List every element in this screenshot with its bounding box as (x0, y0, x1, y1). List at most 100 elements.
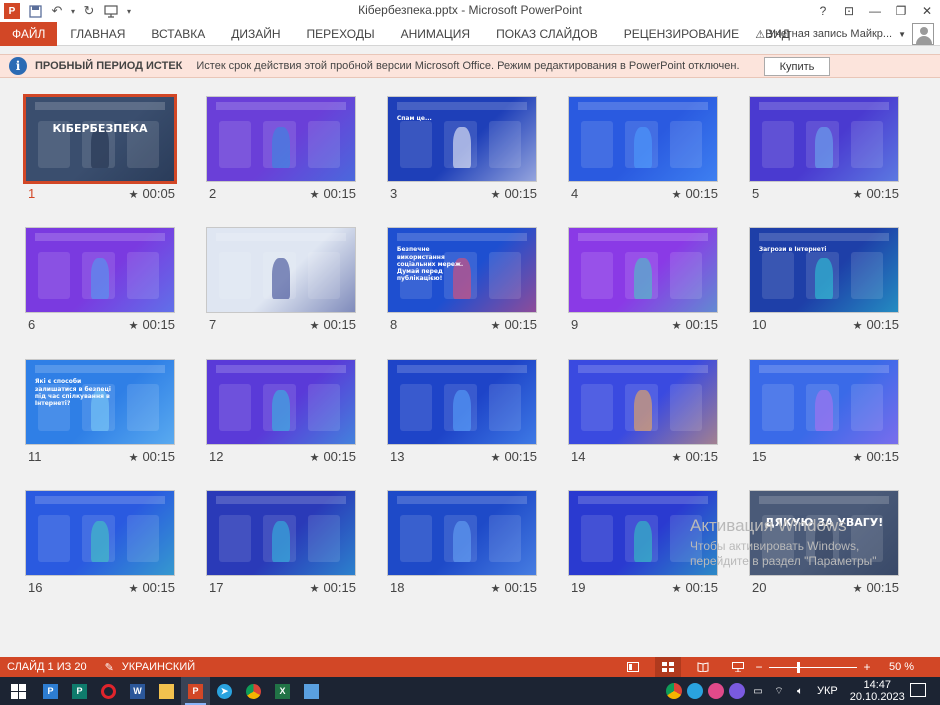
slide-thumbnail-9[interactable]: 9 ★ 00:15 (568, 227, 718, 337)
slide-thumbnail-1[interactable]: КІБЕРБЕЗПЕКА 1 ★ 00:05 (23, 94, 177, 206)
clock[interactable]: 14:47 20.10.2023 (850, 679, 905, 703)
powerpoint-logo-icon[interactable]: P (4, 3, 20, 19)
tab-transitions[interactable]: ПЕРЕХОДЫ (294, 22, 388, 46)
battery-icon[interactable]: ▭ (750, 683, 766, 699)
tab-animations[interactable]: АНИМАЦИЯ (388, 22, 483, 46)
slide-thumbnail-8[interactable]: Безпечне використання соціальних мереж. … (387, 227, 537, 337)
customize-qat-icon[interactable]: ▾ (122, 0, 136, 22)
star-icon: ★ (309, 189, 320, 201)
tab-slide-show[interactable]: ПОКАЗ СЛАЙДОВ (483, 22, 611, 46)
close-icon[interactable]: ✕ (914, 0, 940, 22)
avatar[interactable] (912, 23, 934, 45)
slide-thumbnail-7[interactable]: 7 ★ 00:15 (206, 227, 356, 337)
slide-counter[interactable]: СЛАЙД 1 ИЗ 20 (7, 661, 87, 673)
language-indicator[interactable]: УКРАИНСКИЙ (122, 661, 195, 673)
activation-line-1: Чтобы активировать Windows, (690, 539, 860, 553)
slide-preview[interactable] (387, 490, 537, 576)
undo-dropdown-icon[interactable]: ▾ (68, 0, 78, 22)
slide-thumbnail-14[interactable]: 14 ★ 00:15 (568, 359, 718, 469)
slide-preview[interactable] (25, 227, 175, 313)
slide-timing: ★ 00:15 (671, 449, 718, 464)
slide-preview[interactable] (387, 359, 537, 445)
slide-thumbnail-16[interactable]: 16 ★ 00:15 (25, 490, 175, 600)
slide-thumbnail-12[interactable]: 12 ★ 00:15 (206, 359, 356, 469)
tray-app-icon[interactable] (708, 683, 724, 699)
viber-icon[interactable] (729, 683, 745, 699)
start-button[interactable] (0, 677, 36, 705)
slide-preview[interactable] (206, 227, 356, 313)
slide-preview[interactable] (568, 96, 718, 182)
slide-preview[interactable] (749, 96, 899, 182)
zoom-out-button[interactable]: − (753, 660, 765, 674)
zoom-in-button[interactable]: + (861, 660, 873, 674)
slide-show-view-icon[interactable] (725, 657, 751, 677)
slide-thumbnail-4[interactable]: 4 ★ 00:15 (568, 96, 718, 206)
slide-thumbnail-13[interactable]: 13 ★ 00:15 (387, 359, 537, 469)
slide-thumbnail-17[interactable]: 17 ★ 00:15 (206, 490, 356, 600)
slide-thumbnail-2[interactable]: 2 ★ 00:15 (206, 96, 356, 206)
slide-thumbnail-15[interactable]: 15 ★ 00:15 (749, 359, 899, 469)
tab-design[interactable]: ДИЗАЙН (218, 22, 293, 46)
zoom-slider[interactable] (769, 661, 857, 673)
tab-home[interactable]: ГЛАВНАЯ (57, 22, 138, 46)
start-from-beginning-icon[interactable] (100, 0, 122, 22)
normal-view-icon[interactable] (620, 657, 646, 677)
input-language[interactable]: УКР (817, 685, 838, 697)
taskbar-excel[interactable]: X (268, 677, 297, 705)
volume-icon[interactable]: 🔈︎ (792, 683, 808, 699)
spell-check-icon[interactable]: ✎ (105, 661, 114, 674)
undo-icon[interactable]: ↶ (46, 0, 68, 22)
tray-app-icon[interactable] (687, 683, 703, 699)
tab-insert[interactable]: ВСТАВКА (138, 22, 218, 46)
slide-thumbnail-11[interactable]: Які є способи залишатися в безпеці під ч… (25, 359, 175, 469)
tab-file[interactable]: ФАЙЛ (0, 21, 58, 46)
notification-center-icon[interactable] (910, 683, 926, 697)
slide-preview[interactable]: Загрози в Інтернеті (749, 227, 899, 313)
taskbar-app-2[interactable]: P (65, 677, 94, 705)
slide-preview[interactable] (206, 359, 356, 445)
slide-preview[interactable] (206, 490, 356, 576)
tab-review[interactable]: РЕЦЕНЗИРОВАНИЕ (611, 22, 752, 46)
slide-preview[interactable] (749, 359, 899, 445)
taskbar-word[interactable]: W (123, 677, 152, 705)
slide-thumbnail-10[interactable]: Загрози в Інтернеті 10 ★ 00:15 (749, 227, 899, 337)
slide-preview[interactable]: КІБЕРБЕЗПЕКА (23, 94, 177, 184)
slide-thumbnail-18[interactable]: 18 ★ 00:15 (387, 490, 537, 600)
activation-line-2: перейдите в раздел "Параметры" (690, 554, 877, 568)
taskbar-telegram[interactable]: ➤ (210, 677, 239, 705)
taskbar-app-10[interactable] (297, 677, 326, 705)
taskbar-chrome[interactable] (239, 677, 268, 705)
chrome-tray-icon[interactable] (666, 683, 682, 699)
restore-icon[interactable]: ❐ (888, 0, 914, 22)
slide-number: 12 (209, 449, 224, 464)
save-icon[interactable] (24, 0, 46, 22)
minimize-icon[interactable]: — (862, 0, 888, 22)
taskbar-opera[interactable] (94, 677, 123, 705)
taskbar-explorer[interactable] (152, 677, 181, 705)
slide-thumbnail-5[interactable]: 5 ★ 00:15 (749, 96, 899, 206)
slide-thumbnail-6[interactable]: 6 ★ 00:15 (25, 227, 175, 337)
slide-preview[interactable] (25, 490, 175, 576)
slide-thumbnail-3[interactable]: Спам це... 3 ★ 00:15 (387, 96, 537, 206)
slide-preview[interactable]: Спам це... (387, 96, 537, 182)
buy-button[interactable]: Купить (764, 57, 830, 76)
account-menu[interactable]: ⚠ Учетная запись Майкр... ▼ (755, 22, 906, 46)
slide-sorter-view-icon[interactable] (655, 657, 681, 677)
slide-preview[interactable]: Безпечне використання соціальних мереж. … (387, 227, 537, 313)
slide-title-text: Загрози в Інтернеті (758, 246, 827, 254)
slide-preview[interactable] (206, 96, 356, 182)
banner-title: ПРОБНЫЙ ПЕРИОД ИСТЕК (35, 60, 183, 72)
network-icon[interactable]: ⌔ (771, 683, 787, 699)
redo-icon[interactable]: ↻ (78, 0, 100, 22)
zoom-level[interactable]: 50 % (889, 661, 914, 673)
warning-icon: ⚠ (755, 28, 766, 41)
slide-preview[interactable]: Які є способи залишатися в безпеці під ч… (25, 359, 175, 445)
slide-preview[interactable] (568, 359, 718, 445)
help-icon[interactable]: ? (810, 0, 836, 22)
ribbon-display-options-icon[interactable]: ⊡ (836, 0, 862, 22)
taskbar-powerpoint[interactable]: P (181, 677, 210, 705)
zoom-slider-thumb[interactable] (797, 661, 800, 673)
slide-preview[interactable] (568, 227, 718, 313)
taskbar-app-1[interactable]: P (36, 677, 65, 705)
reading-view-icon[interactable] (690, 657, 716, 677)
